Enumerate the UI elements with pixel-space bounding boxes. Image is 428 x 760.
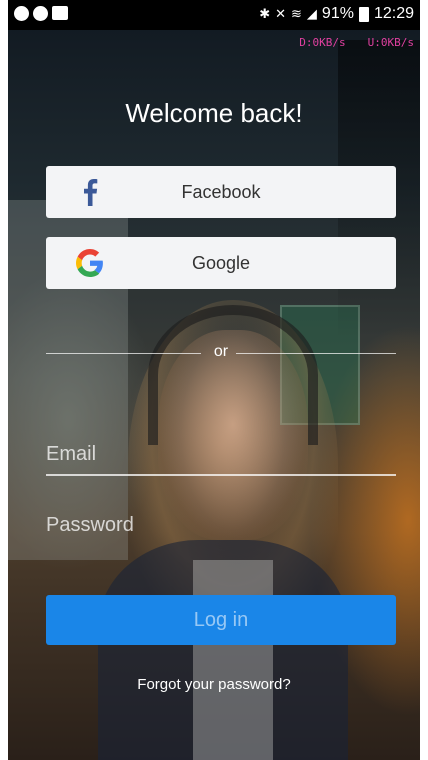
- facebook-login-button[interactable]: Facebook: [46, 166, 396, 218]
- login-button[interactable]: Log in: [46, 595, 396, 645]
- messenger-icon: [14, 6, 29, 21]
- or-divider: or: [46, 343, 396, 363]
- background-shirt: [193, 560, 273, 760]
- welcome-title: Welcome back!: [125, 98, 303, 128]
- notification-icons: [14, 6, 68, 21]
- phone-screen: ✱ ✕ ≋ ◢ 91% 12:29 D:0KB/s U:0KB/s Welcom…: [8, 0, 420, 760]
- download-speed: D:0KB/s: [299, 36, 346, 49]
- clock: 12:29: [373, 5, 414, 22]
- background-jacket: [98, 540, 348, 760]
- email-input[interactable]: [46, 426, 396, 474]
- background-sign: [280, 305, 360, 425]
- net-speed-monitor: D:0KB/s U:0KB/s: [299, 36, 414, 49]
- divider-line-right: [236, 353, 396, 354]
- background-headphones: [148, 305, 318, 445]
- signal-icon: ◢: [306, 6, 317, 21]
- upload-speed: U:0KB/s: [367, 36, 414, 49]
- password-field-container: [46, 496, 396, 546]
- mute-icon: ✕: [275, 6, 287, 21]
- google-label: Google: [191, 252, 251, 273]
- bluetooth-icon: ✱: [259, 6, 271, 21]
- password-input[interactable]: [46, 496, 396, 546]
- system-icons: ✱ ✕ ≋ ◢ 91% 12:29: [259, 5, 414, 23]
- forgot-password-link[interactable]: Forgot your password?: [8, 676, 420, 693]
- battery-percent: 91%: [321, 5, 354, 22]
- google-icon: [76, 249, 103, 277]
- facebook-icon: [84, 179, 98, 206]
- email-field-container: [46, 426, 396, 476]
- google-login-button[interactable]: Google: [46, 237, 396, 289]
- wifi-icon: ≋: [291, 6, 302, 21]
- facebook-label: Facebook: [181, 181, 261, 202]
- messenger-icon: [33, 6, 48, 21]
- status-bar: ✱ ✕ ≋ ◢ 91% 12:29: [8, 0, 420, 30]
- image-icon: [52, 6, 68, 20]
- divider-or-text: or: [213, 343, 229, 360]
- battery-icon: [358, 6, 369, 22]
